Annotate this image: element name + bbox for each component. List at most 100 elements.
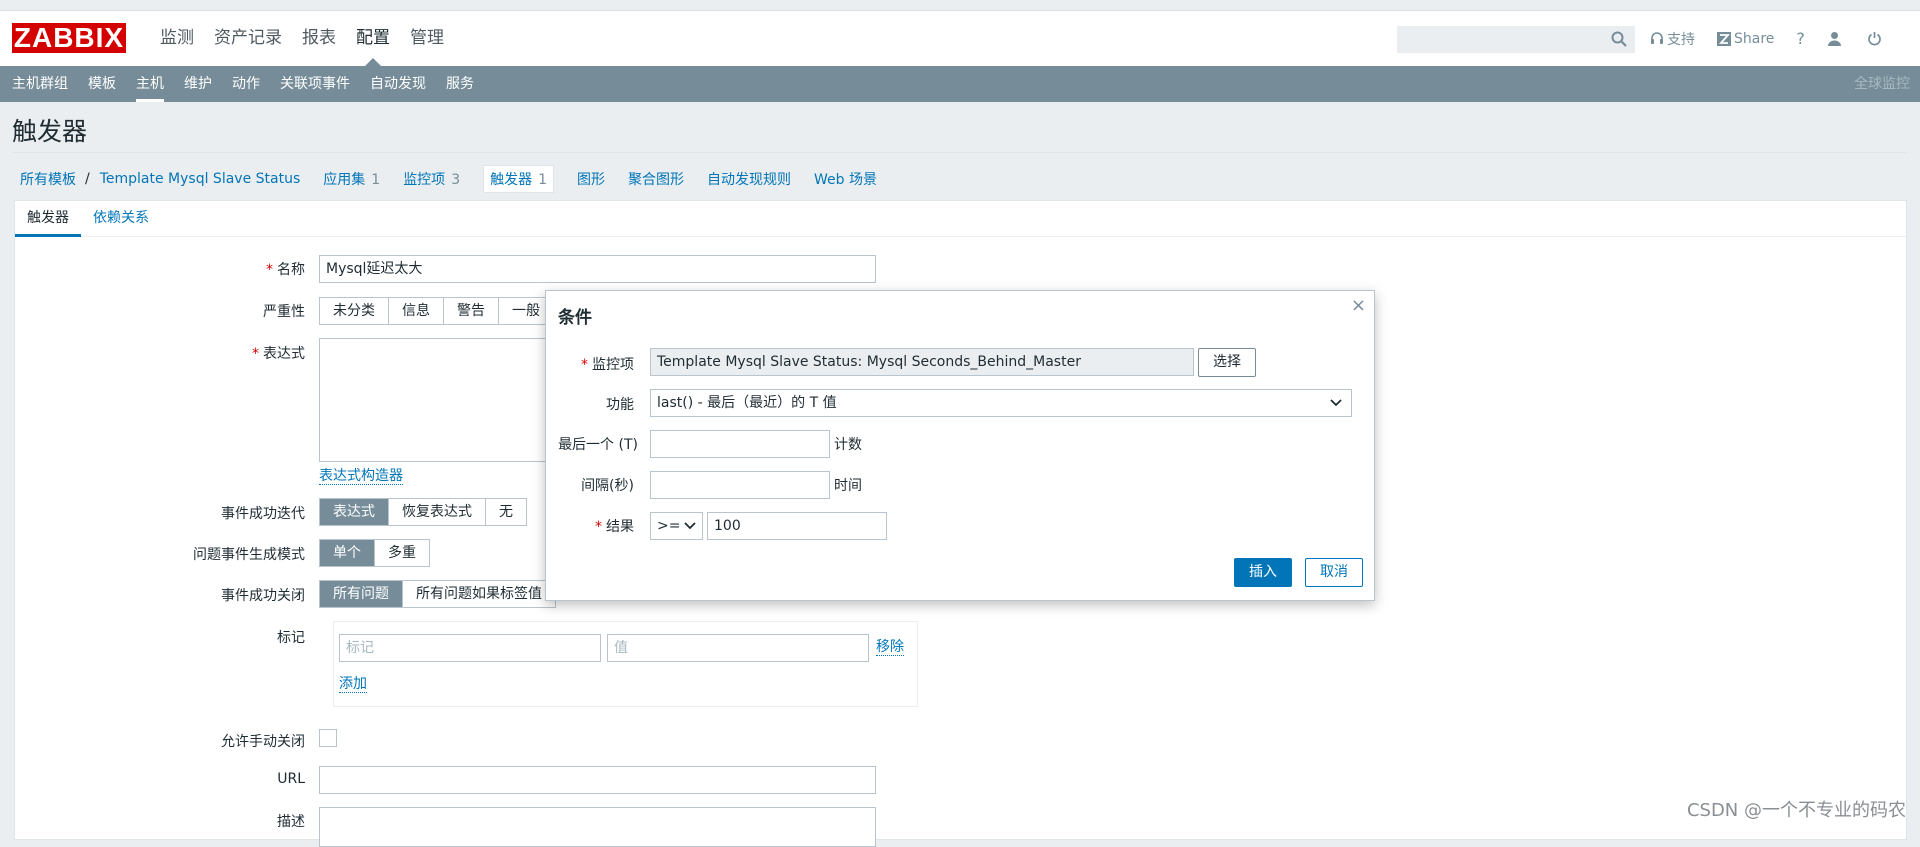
tags-table: 标记 值 移除 添加 xyxy=(333,621,918,707)
tab-dependencies[interactable]: 依赖关系 xyxy=(81,201,161,236)
submenu-maintenance[interactable]: 维护 xyxy=(172,66,220,102)
last-label: 最后一个 (T) xyxy=(558,437,638,453)
last-unit-label: 计数 xyxy=(834,437,862,453)
breadcrumb-graphs[interactable]: 图形 xyxy=(577,169,605,189)
severity-selector: 未分类 信息 警告 一般 xyxy=(319,297,554,325)
manual-close-checkbox[interactable] xyxy=(319,729,337,747)
submenu-actions[interactable]: 动作 xyxy=(220,66,268,102)
url-label: URL xyxy=(277,771,305,787)
result-value-input[interactable]: 100 xyxy=(707,512,887,540)
submenu-discovery[interactable]: 自动发现 xyxy=(358,66,434,102)
submenu-hosts[interactable]: 主机 xyxy=(124,66,172,102)
expression-label: * 表达式 xyxy=(15,343,305,363)
share-label: Share xyxy=(1734,30,1775,47)
submenu-correlation[interactable]: 关联项事件 xyxy=(268,66,358,102)
ok-close-all[interactable]: 所有问题 xyxy=(320,581,403,607)
zabbix-logo[interactable]: ZABBIX xyxy=(12,23,126,53)
tags-label: 标记 xyxy=(277,630,305,646)
help-icon: ? xyxy=(1796,29,1805,48)
tag-name-input[interactable]: 标记 xyxy=(339,634,601,662)
top-links: 支持 Share ? xyxy=(1650,11,1907,66)
menu-monitoring[interactable]: 监测 xyxy=(150,11,204,66)
insert-button[interactable]: 插入 xyxy=(1234,558,1292,587)
item-input[interactable]: Template Mysql Slave Status: Mysql Secon… xyxy=(650,348,1194,376)
global-view-link[interactable]: 全球监控 xyxy=(1854,66,1910,102)
problem-mode-single[interactable]: 单个 xyxy=(320,540,375,566)
required-mark: * xyxy=(252,346,259,362)
help-link[interactable]: ? xyxy=(1796,29,1805,48)
submenu-services[interactable]: 服务 xyxy=(434,66,482,102)
cancel-button[interactable]: 取消 xyxy=(1305,558,1363,587)
menu-administration[interactable]: 管理 xyxy=(400,11,454,66)
severity-label: 严重性 xyxy=(263,304,305,320)
logout-link[interactable] xyxy=(1867,31,1885,46)
item-label-text: 监控项 xyxy=(592,357,634,373)
triggers-count: 1 xyxy=(538,172,548,188)
required-mark: * xyxy=(595,519,602,535)
result-label: * 结果 xyxy=(546,516,634,536)
breadcrumb-all-templates[interactable]: 所有模板 xyxy=(20,169,76,189)
description-textarea[interactable] xyxy=(319,807,876,847)
ok-event-label: 事件成功迭代 xyxy=(221,506,305,522)
share-link[interactable]: Share xyxy=(1717,31,1774,47)
last-count-input[interactable] xyxy=(650,430,830,458)
close-icon[interactable]: × xyxy=(1351,295,1366,316)
severity-information[interactable]: 信息 xyxy=(389,298,444,324)
breadcrumb-screens[interactable]: 聚合图形 xyxy=(628,169,684,189)
title-divider xyxy=(12,152,1906,153)
power-icon xyxy=(1868,32,1881,46)
ok-close-tag-match[interactable]: 所有问题如果标签值 xyxy=(403,581,555,607)
breadcrumb-applications[interactable]: 应用集 1 xyxy=(323,169,380,189)
result-operator-select[interactable]: >= xyxy=(650,512,703,540)
ok-event-selector: 表达式 恢复表达式 无 xyxy=(319,498,527,526)
ok-event-none[interactable]: 无 xyxy=(486,499,526,525)
tab-trigger[interactable]: 触发器 xyxy=(15,201,81,237)
result-operator-selected: >= xyxy=(657,518,681,534)
expression-label-text: 表达式 xyxy=(263,346,305,362)
share-icon xyxy=(1717,31,1731,46)
support-link[interactable]: 支持 xyxy=(1650,29,1695,49)
problem-mode-label: 问题事件生成模式 xyxy=(193,547,305,563)
search-input[interactable] xyxy=(1397,26,1635,53)
tag-remove-link[interactable]: 移除 xyxy=(876,639,904,656)
tag-value-input[interactable]: 值 xyxy=(607,634,869,662)
breadcrumb-discovery-rules[interactable]: 自动发现规则 xyxy=(707,169,791,189)
ok-event-expression[interactable]: 表达式 xyxy=(320,499,389,525)
chevron-down-icon xyxy=(684,522,696,530)
severity-not-classified[interactable]: 未分类 xyxy=(320,298,389,324)
severity-warning[interactable]: 警告 xyxy=(444,298,499,324)
required-mark: * xyxy=(266,262,273,278)
ok-close-selector: 所有问题 所有问题如果标签值 xyxy=(319,580,556,608)
search-icon[interactable] xyxy=(1610,30,1628,48)
submenu-templates[interactable]: 模板 xyxy=(76,66,124,102)
breadcrumb-separator: / xyxy=(85,171,90,187)
name-input[interactable]: Mysql延迟太大 xyxy=(319,255,876,283)
tag-add-link[interactable]: 添加 xyxy=(339,676,367,693)
function-select[interactable]: last() - 最后（最近）的 T 值 xyxy=(650,389,1352,417)
menu-configuration[interactable]: 配置 xyxy=(346,11,400,66)
menu-inventory[interactable]: 资产记录 xyxy=(204,11,292,66)
dialog-title: 条件 xyxy=(558,308,592,328)
breadcrumb-web-scenarios[interactable]: Web 场景 xyxy=(814,169,877,189)
select-item-button[interactable]: 选择 xyxy=(1198,348,1256,377)
breadcrumb: 所有模板 / Template Mysql Slave Status 应用集 1 … xyxy=(20,164,900,194)
breadcrumb-items[interactable]: 监控项 3 xyxy=(403,169,460,189)
description-label: 描述 xyxy=(277,814,305,830)
profile-link[interactable] xyxy=(1827,31,1845,46)
items-label: 监控项 xyxy=(403,172,446,188)
breadcrumb-template[interactable]: Template Mysql Slave Status xyxy=(100,171,301,187)
sub-menu-bar: 主机群组 模板 主机 维护 动作 关联项事件 自动发现 服务 全球监控 xyxy=(0,66,1920,102)
sub-menu: 主机群组 模板 主机 维护 动作 关联项事件 自动发现 服务 xyxy=(0,66,482,102)
interval-input[interactable] xyxy=(650,471,830,499)
applications-count: 1 xyxy=(371,172,381,188)
problem-mode-multiple[interactable]: 多重 xyxy=(375,540,429,566)
submenu-host-groups[interactable]: 主机群组 xyxy=(0,66,76,102)
ok-event-recovery-expression[interactable]: 恢复表达式 xyxy=(389,499,486,525)
menu-reports[interactable]: 报表 xyxy=(292,11,346,66)
url-input[interactable] xyxy=(319,766,876,794)
breadcrumb-triggers[interactable]: 触发器 1 xyxy=(483,165,555,193)
expression-builder-link[interactable]: 表达式构造器 xyxy=(319,468,403,485)
triggers-label: 触发器 xyxy=(490,172,533,188)
condition-dialog: 条件 × * 监控项 Template Mysql Slave Status: M… xyxy=(545,290,1375,601)
page-title: 触发器 xyxy=(12,117,88,146)
